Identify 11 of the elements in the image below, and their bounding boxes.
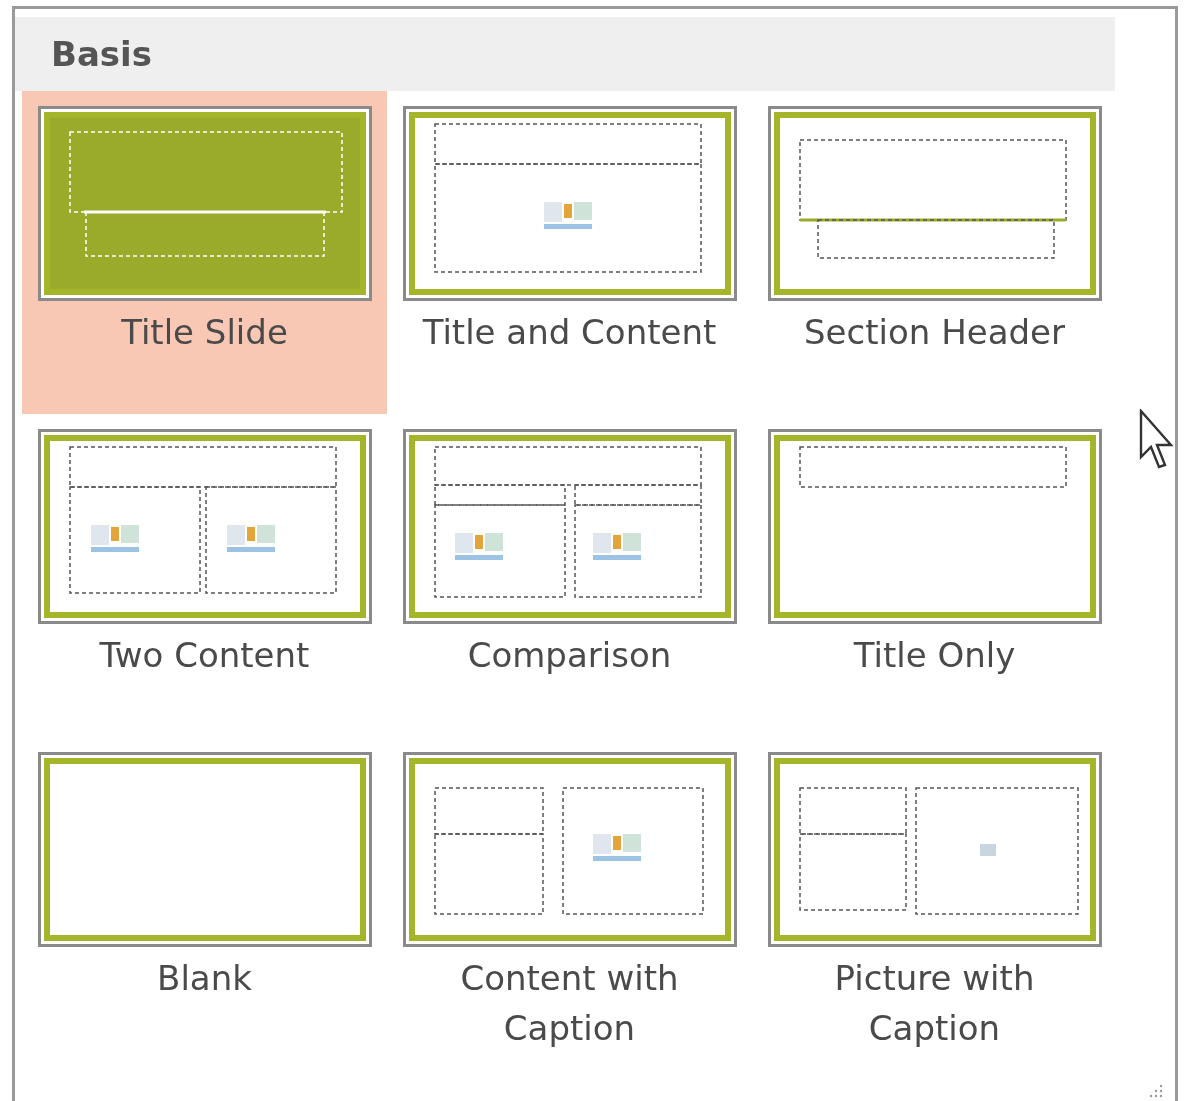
layout-option[interactable]: Picture with Caption xyxy=(752,737,1117,1063)
layout-option[interactable]: Content with Caption xyxy=(387,737,752,1063)
layout-option[interactable]: Title and Content xyxy=(387,91,752,414)
section-title: Basis xyxy=(51,34,152,74)
layout-option[interactable]: Section Header xyxy=(752,91,1117,414)
layout-option[interactable]: Title Slide xyxy=(22,91,387,414)
layout-option[interactable]: Blank xyxy=(22,737,387,1063)
layout-option[interactable]: Title Only xyxy=(752,414,1117,737)
resize-grip-icon[interactable] xyxy=(1149,1084,1163,1098)
layout-option[interactable]: Two Content xyxy=(22,414,387,737)
layout-option[interactable]: Comparison xyxy=(387,414,752,737)
